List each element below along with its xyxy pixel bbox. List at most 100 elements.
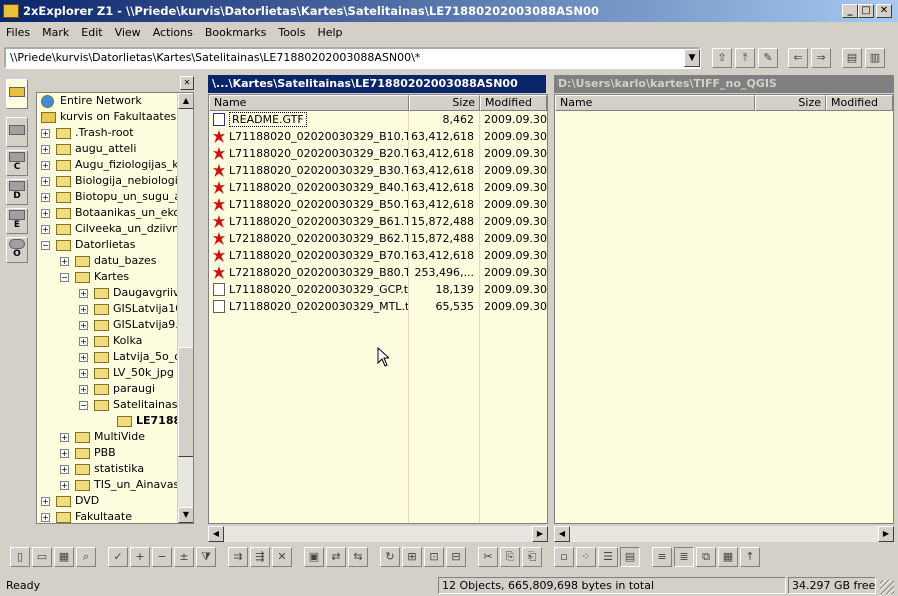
folder-options-icon[interactable]: ▥ (865, 48, 885, 68)
edit-path-icon[interactable]: ✎ (758, 48, 778, 68)
file-row[interactable]: L71188020_02020030329_MTL.txt 65,535 2009.… (209, 298, 547, 315)
paste-icon[interactable]: ⎗ (522, 547, 542, 567)
scroll-thumb[interactable] (178, 347, 193, 457)
back-arrow-icon[interactable]: ⇐ (788, 48, 808, 68)
drive-c-button[interactable]: C (6, 150, 28, 176)
up-folder-icon[interactable]: ⇧ (712, 48, 732, 68)
expand-icon[interactable]: + (41, 177, 50, 186)
scroll-left-button[interactable]: ◀ (208, 526, 224, 542)
tree-item[interactable]: + Cilveeka_un_dziivnie (37, 221, 189, 237)
forward-arrow-icon[interactable]: ⇒ (811, 48, 831, 68)
column-size-header[interactable]: Size (409, 95, 480, 111)
copy-icon[interactable]: ⎘ (500, 547, 520, 567)
tree-item[interactable]: + datu_bazes (37, 253, 177, 269)
resize-grip[interactable] (880, 580, 894, 594)
file-row[interactable]: L71188020_02020030329_B10.TIF 63,412,618 2… (209, 128, 547, 145)
details-view-icon[interactable]: ▤ (620, 547, 640, 567)
move-to-icon[interactable]: ⇶ (250, 547, 270, 567)
small-icons-icon[interactable]: ⁘ (576, 547, 596, 567)
expand-icon[interactable]: + (60, 433, 69, 442)
tree-item[interactable]: + LV_50k_jpg (37, 365, 177, 381)
expand-icon[interactable]: + (41, 145, 50, 154)
minimize-button[interactable]: _ (842, 4, 858, 18)
drive-o-button[interactable]: O (6, 237, 28, 263)
tree-item[interactable]: + PBB (37, 445, 177, 461)
close-tree-button[interactable]: ✕ (180, 76, 194, 90)
file-row[interactable]: L71188020_02020030329_B40.TIF 63,412,618 2… (209, 179, 547, 196)
column-name-header[interactable]: Name (209, 95, 409, 111)
expand-icon[interactable]: + (79, 289, 88, 298)
tree-item[interactable]: − Datorlietas (37, 237, 177, 253)
file-row[interactable]: L71188020_02020030329_B30.TIF 63,412,618 2… (209, 162, 547, 179)
scroll-left-button[interactable]: ◀ (554, 526, 570, 542)
file-row[interactable]: L71188020_02020030329_B61.TIF 15,872,488 2… (209, 213, 547, 230)
root-folder-icon[interactable]: ⤒ (735, 48, 755, 68)
sort-name-icon[interactable]: ≡ (652, 547, 672, 567)
tree-item[interactable]: − Kartes (37, 269, 177, 285)
column-modified-header[interactable]: Modified (826, 95, 893, 111)
expand-icon[interactable]: + (41, 209, 50, 218)
expand-icon[interactable]: + (41, 513, 50, 522)
menu-actions[interactable]: Actions (147, 26, 199, 39)
tree-item[interactable]: + .Trash-root (37, 125, 177, 141)
tree-item[interactable]: + statistika (37, 461, 177, 477)
new-file-icon[interactable]: ▯ (10, 547, 30, 567)
folder-tree-toggle-icon[interactable] (6, 79, 28, 109)
tree-item[interactable]: + GISLatvija10 (37, 301, 182, 317)
file-row[interactable]: L71188020_02020030329_B70.TIF 63,412,618 2… (209, 247, 547, 264)
scroll-up-button[interactable]: ▲ (178, 93, 193, 109)
tree-scrollbar[interactable]: ▲ ▼ (177, 93, 193, 523)
invert-mark-icon[interactable]: ± (174, 547, 194, 567)
expand-icon[interactable]: + (60, 449, 69, 458)
collapse-icon[interactable]: − (60, 273, 69, 282)
network-drive-icon[interactable]: ⊡ (424, 547, 444, 567)
file-row[interactable]: L72188020_02020030329_B62.TIF 15,872,488 2… (209, 230, 547, 247)
mark-minus-icon[interactable]: − (152, 547, 172, 567)
tree-item[interactable]: + Kolka (37, 333, 177, 349)
expand-icon[interactable]: + (41, 497, 50, 506)
expand-icon[interactable]: + (60, 257, 69, 266)
menu-mark[interactable]: Mark (36, 26, 75, 39)
expand-icon[interactable]: + (79, 385, 88, 394)
left-horizontal-scrollbar[interactable]: ◀ ▶ (208, 526, 548, 542)
expand-icon[interactable]: + (79, 321, 88, 330)
tree-item[interactable]: + Latvija_5o_o (37, 349, 181, 365)
left-pane-path-header[interactable]: \...\Kartes\Satelitainas\LE7188020200308… (208, 75, 546, 93)
tree-item[interactable]: + Fakultaate (37, 509, 177, 523)
expand-icon[interactable]: + (41, 193, 50, 202)
close-button[interactable]: ✕ (876, 4, 892, 18)
scroll-right-button[interactable]: ▶ (878, 526, 894, 542)
right-horizontal-scrollbar[interactable]: ◀ ▶ (554, 526, 894, 542)
copy-to-icon[interactable]: ⇉ (228, 547, 248, 567)
tree-item[interactable]: + DVD (37, 493, 177, 509)
scroll-right-button[interactable]: ▶ (532, 526, 548, 542)
collapse-icon[interactable]: − (41, 241, 50, 250)
maximize-button[interactable]: □ (858, 4, 874, 18)
sort-type-icon[interactable]: ≣ (674, 547, 694, 567)
sort-size-icon[interactable]: ⧉ (696, 547, 716, 567)
refresh-icon[interactable]: ↻ (380, 547, 400, 567)
filter-icon[interactable]: ⧩ (196, 547, 216, 567)
expand-icon[interactable]: + (79, 369, 88, 378)
tree-item[interactable]: + Botaanikas_un_ekolog (37, 205, 193, 221)
map-drive-icon[interactable]: ⊞ (402, 547, 422, 567)
drive-e-button[interactable]: E (6, 208, 28, 234)
tree-item[interactable]: + Biotopu_un_sugu_aizs (37, 189, 193, 205)
disconnect-icon[interactable]: ⊟ (446, 547, 466, 567)
menu-edit[interactable]: Edit (75, 26, 108, 39)
tree-item[interactable]: + augu_atteli (37, 141, 177, 157)
tree-item[interactable]: − Satelitainas (37, 397, 177, 413)
app-icon[interactable] (3, 4, 19, 18)
tree-item[interactable]: kurvis on Fakultaates lielais (37, 109, 193, 125)
menu-help[interactable]: Help (311, 26, 348, 39)
file-row[interactable]: L71188020_02020030329_B50.TIF 63,412,618 2… (209, 196, 547, 213)
menu-bookmarks[interactable]: Bookmarks (199, 26, 272, 39)
drive-d-button[interactable]: D (6, 179, 28, 205)
right-file-list[interactable]: Name Size Modified (554, 94, 894, 524)
expand-icon[interactable]: + (79, 337, 88, 346)
file-row[interactable]: L71188020_02020030329_B20.TIF 63,412,618 2… (209, 145, 547, 162)
new-folder-icon[interactable]: ▤ (842, 48, 862, 68)
mark-all-icon[interactable]: ✓ (108, 547, 128, 567)
delete-icon[interactable]: ✕ (272, 547, 292, 567)
tree-item[interactable]: + Daugavgriiva (37, 285, 186, 301)
